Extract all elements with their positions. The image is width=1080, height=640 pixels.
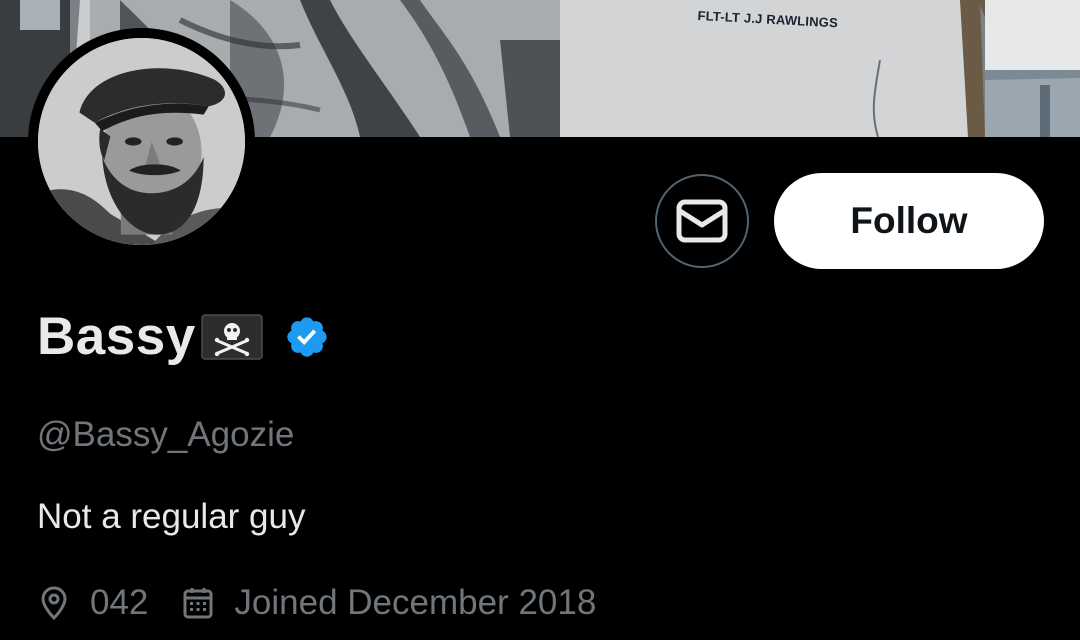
display-name: Bassy	[37, 307, 196, 366]
location-pin-icon	[41, 586, 67, 621]
user-handle: @Bassy_Agozie	[37, 415, 295, 454]
joined-item: Joined December 2018	[182, 583, 596, 623]
avatar-image	[38, 38, 245, 245]
location-item: 042	[38, 583, 148, 623]
location-text: 042	[90, 583, 149, 622]
calendar-icon	[183, 588, 213, 619]
user-bio: Not a regular guy	[37, 497, 306, 536]
follow-button[interactable]: Follow	[774, 173, 1044, 269]
profile-meta: 042 Joined December 2018	[38, 580, 596, 626]
avatar[interactable]	[28, 28, 255, 255]
envelope-icon	[676, 199, 728, 243]
joined-text: Joined December 2018	[234, 583, 597, 622]
profile-page: FLT-LT J.J RAWLINGS Follow Bassy @Bassy_…	[0, 0, 1080, 640]
pirate-flag-icon	[200, 314, 263, 360]
verified-badge-icon[interactable]	[284, 314, 330, 360]
display-name-row: Bassy	[37, 304, 330, 370]
message-button[interactable]	[655, 174, 749, 268]
